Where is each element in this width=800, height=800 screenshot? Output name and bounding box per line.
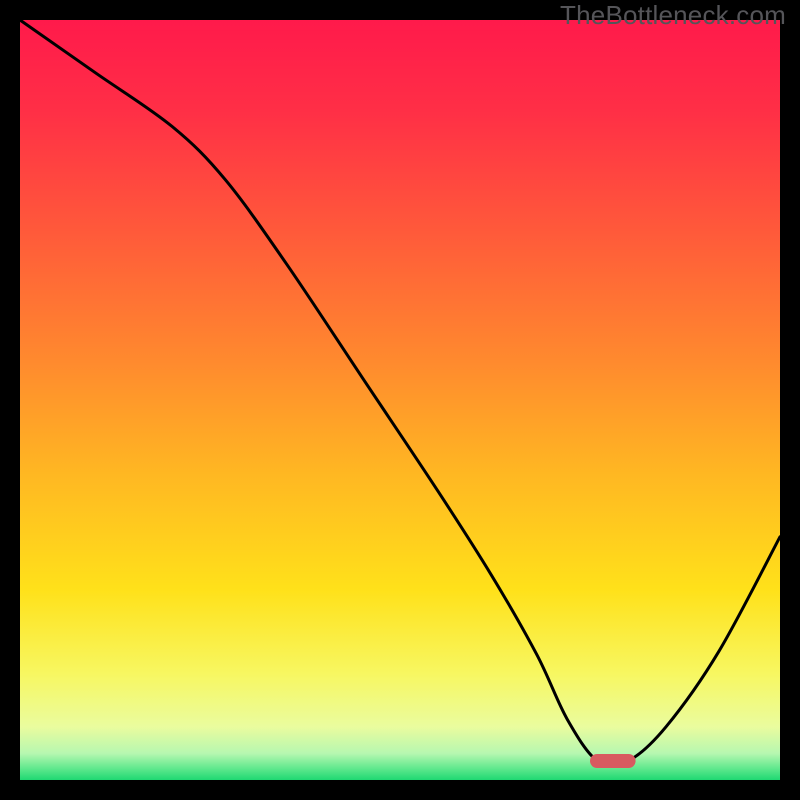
bottleneck-chart <box>20 20 780 780</box>
chart-frame <box>20 20 780 780</box>
watermark-label: TheBottleneck.com <box>560 0 786 31</box>
optimal-marker <box>590 754 636 768</box>
gradient-background <box>20 20 780 780</box>
